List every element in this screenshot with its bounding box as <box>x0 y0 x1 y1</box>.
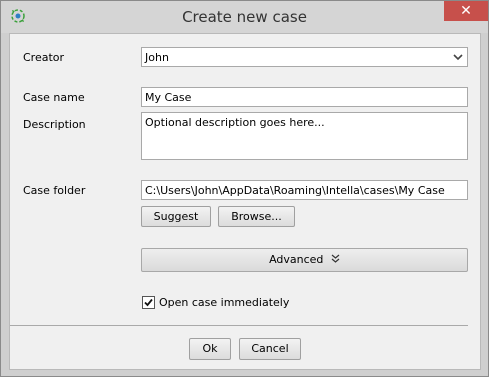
double-chevron-down-icon <box>331 254 340 263</box>
close-button[interactable]: ✕ <box>444 1 488 21</box>
case-folder-value: C:\Users\John\AppData\Roaming\Intella\ca… <box>145 184 445 197</box>
footer-separator <box>10 325 468 326</box>
checkmark-icon <box>144 298 153 307</box>
creator-dropdown[interactable]: John <box>141 47 468 67</box>
case-name-label: Case name <box>23 91 85 104</box>
dialog-body: Creator John Case name My Case Descripti… <box>9 33 481 370</box>
advanced-label: Advanced <box>269 253 324 266</box>
description-label: Description <box>23 118 86 131</box>
title-bar: Create new case ✕ <box>1 1 488 33</box>
suggest-button[interactable]: Suggest <box>141 206 211 227</box>
browse-button[interactable]: Browse... <box>218 206 295 227</box>
close-icon: ✕ <box>460 3 472 19</box>
case-folder-label: Case folder <box>23 184 86 197</box>
case-folder-input[interactable]: C:\Users\John\AppData\Roaming\Intella\ca… <box>141 180 468 200</box>
open-case-checkbox[interactable] <box>142 296 155 309</box>
description-textarea[interactable]: Optional description goes here... <box>141 112 468 160</box>
open-case-label: Open case immediately <box>159 296 290 309</box>
description-value: Optional description goes here... <box>145 116 325 129</box>
creator-label: Creator <box>23 51 65 64</box>
advanced-button[interactable]: Advanced <box>141 248 468 272</box>
case-name-input[interactable]: My Case <box>141 87 468 107</box>
cancel-button[interactable]: Cancel <box>239 338 301 360</box>
create-case-dialog: Create new case ✕ Creator John Case name… <box>0 0 489 377</box>
ok-button[interactable]: Ok <box>189 338 231 360</box>
chevron-down-icon <box>453 54 463 61</box>
creator-value: John <box>145 51 169 64</box>
case-name-value: My Case <box>145 91 192 104</box>
dialog-title: Create new case <box>182 8 307 26</box>
